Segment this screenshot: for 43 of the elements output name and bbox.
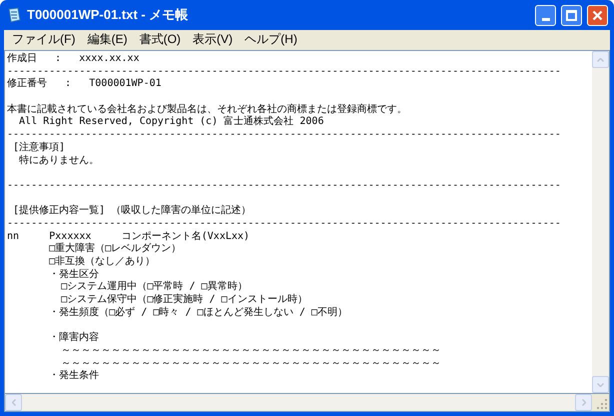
scroll-up-button[interactable] [592, 51, 609, 68]
minimize-button[interactable] [535, 4, 556, 26]
window-title: T000001WP-01.txt - メモ帳 [27, 6, 190, 24]
text-line: -------------------------------------------------------------------------------------------- [7, 66, 561, 77]
maximize-button[interactable] [561, 4, 582, 26]
text-line: ～～～～～～～～～～～～～～～～～～～～～～～～～～～～～～～～～～～～～～ [60, 344, 442, 356]
menu-item[interactable]: 表示(V) [186, 31, 239, 47]
menu-item[interactable]: 編集(E) [81, 31, 134, 47]
menu-item[interactable]: ヘルプ(H) [238, 31, 304, 47]
notepad-icon [6, 7, 22, 23]
text-line: All Right Reserved, Copyright (c) 富士通株式会社 2006 [18, 116, 324, 128]
text-line: □重大障害（□レベルダウン） [48, 243, 182, 254]
text-line: □システム保守中（□修正実施時 / □インストール時） [60, 294, 308, 306]
menu-item[interactable]: ファイル(F) [6, 31, 82, 47]
text-line: 修正番号 : T000001WP-01 [7, 78, 162, 90]
maximize-icon [566, 10, 577, 20]
resize-grip-icon[interactable] [597, 399, 607, 409]
text-line: ・発生条件 [48, 370, 100, 382]
text-line: [提供修正内容一覧] （吸収した障害の単位に記述） [12, 205, 252, 216]
text-line: □システム運用中（□平常時 / □異常時） [60, 281, 248, 292]
close-button[interactable] [587, 4, 608, 26]
text-line: -------------------------------------------------------------------------------------------- [7, 180, 561, 191]
text-line: nn Pxxxxxx コンポーネント名(VxxLxx) [7, 230, 250, 242]
text-line: ・障害内容 [48, 332, 100, 344]
text-line: ・発生頻度（□必ず / □時々 / □ほとんど発生しない / □不明） [48, 306, 348, 318]
text-line: [注意事項] [12, 142, 66, 153]
scroll-right-button[interactable] [575, 394, 592, 411]
text-line: 特にありません。 [18, 154, 100, 166]
text-line: ・発生区分 [48, 268, 100, 280]
horizontal-scrollbar[interactable] [5, 394, 592, 411]
minimize-icon [542, 18, 550, 20]
text-line: -------------------------------------------------------------------------------------------- [7, 218, 561, 229]
text-line: 作成日 : xxxx.xx.xx [7, 53, 140, 64]
text-line: ～～～～～～～～～～～～～～～～～～～～～～～～～～～～～～～～～～～～～～ [60, 358, 442, 368]
text-line: -------------------------------------------------------------------------------------------- [7, 129, 561, 140]
text-line: □非互換（なし／あり） [48, 256, 156, 267]
text-line: 本書に記載されている会社名および製品名は、それぞれ各社の商標または登録商標です。 [7, 104, 407, 115]
scroll-down-button[interactable] [592, 376, 609, 393]
close-icon [592, 10, 603, 20]
menu-item[interactable]: 書式(O) [133, 31, 187, 47]
scroll-left-button[interactable] [5, 394, 22, 411]
text-area[interactable] [5, 51, 592, 393]
vertical-scrollbar[interactable] [592, 51, 609, 393]
